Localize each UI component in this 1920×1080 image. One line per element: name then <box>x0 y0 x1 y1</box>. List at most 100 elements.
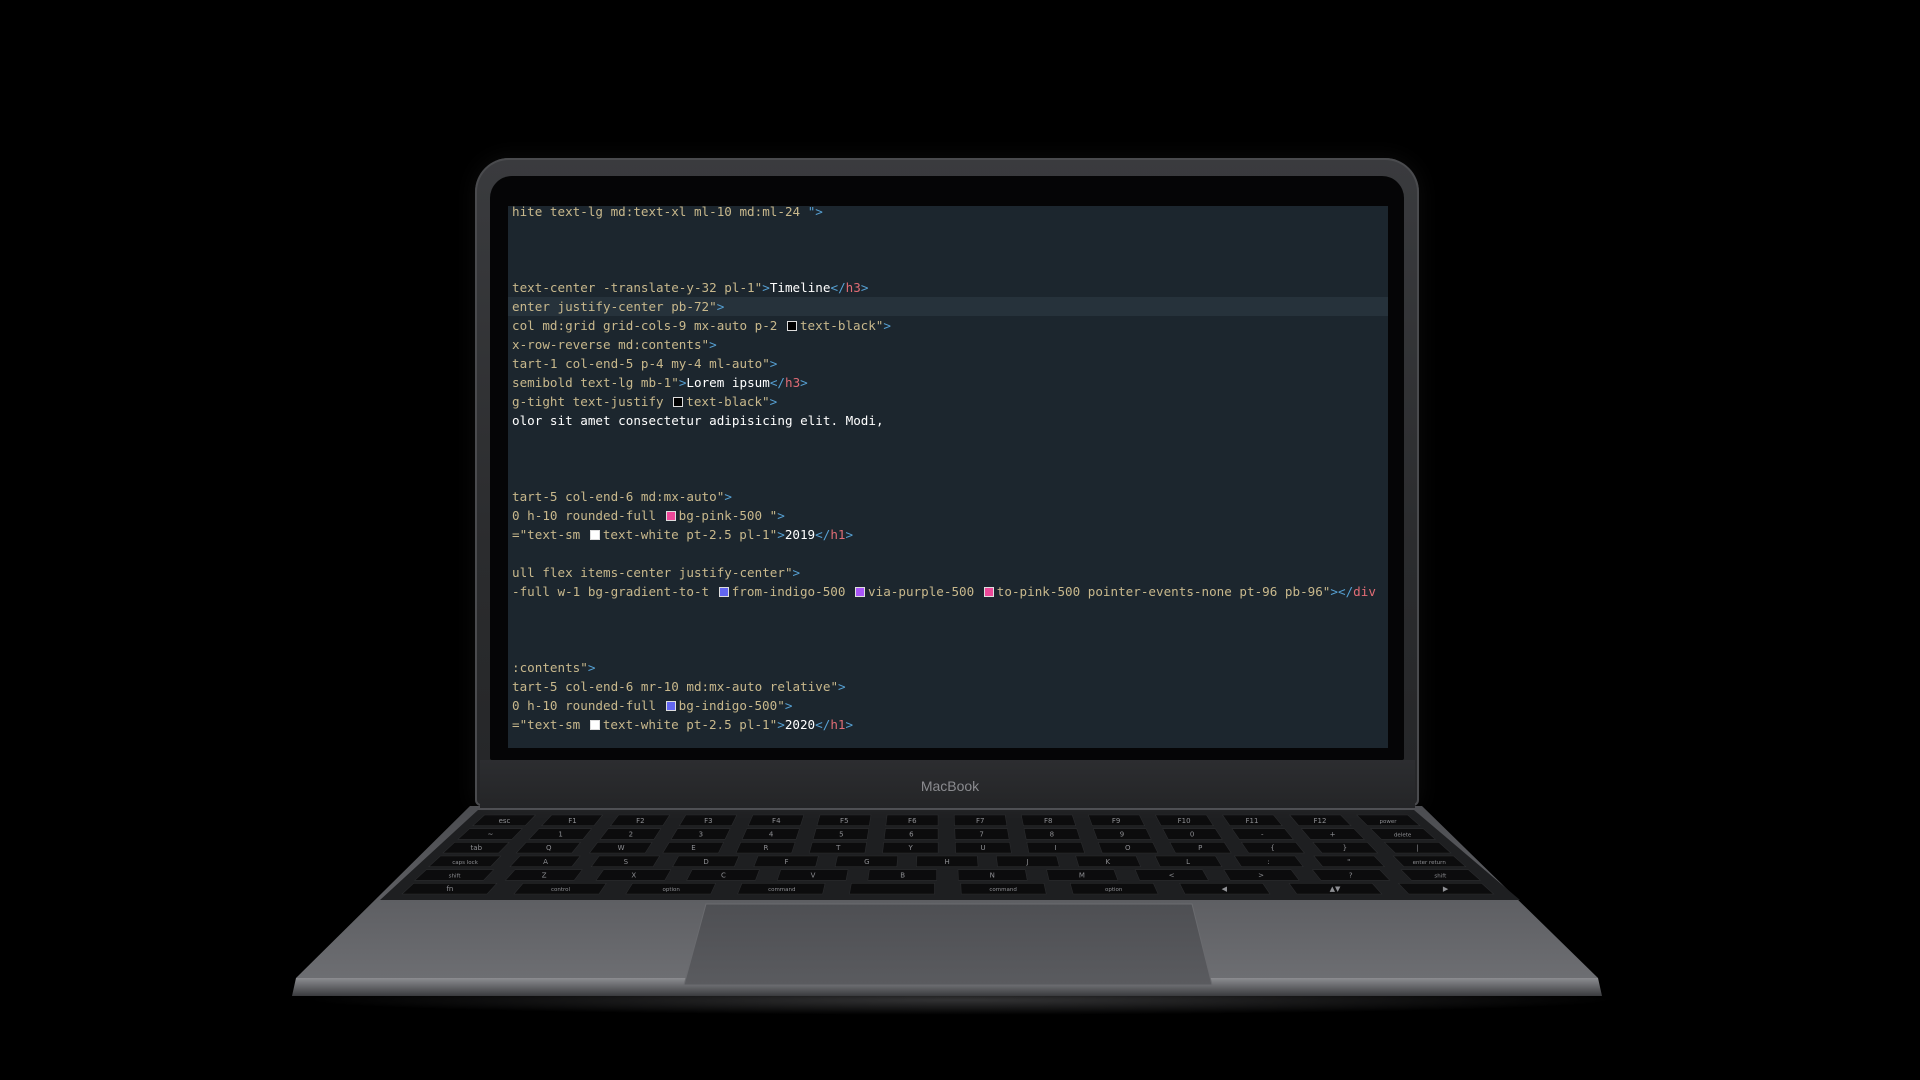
keyboard-key-label: 4 <box>769 831 774 839</box>
code-line[interactable]: tart-5 col-end-6 md:mx-auto"> <box>508 487 1388 506</box>
keyboard-key-label: F1 <box>568 817 576 825</box>
code-line[interactable] <box>508 259 1388 278</box>
code-line[interactable]: g-tight text-justify text-black"> <box>508 392 1388 411</box>
code-token: </ <box>830 280 846 295</box>
code-line[interactable]: x-row-reverse md:contents"> <box>508 335 1388 354</box>
keyboard-key-label: C <box>721 872 726 880</box>
keyboard-key-label: power <box>1380 819 1398 825</box>
keyboard-key-label: esc <box>499 817 511 825</box>
code-line[interactable] <box>508 639 1388 658</box>
keyboard-key-label: M <box>1079 872 1085 880</box>
keyboard-key-label: fn <box>446 885 453 893</box>
keyboard-key-label: I <box>1054 844 1056 852</box>
keyboard-key-label: D <box>703 858 708 866</box>
keyboard-key-label: F7 <box>976 817 984 825</box>
keyboard-key-label: 6 <box>909 831 914 839</box>
code-token: > <box>587 660 596 675</box>
code-line[interactable] <box>508 601 1388 620</box>
code-line[interactable]: enter justify-center pb-72"> <box>508 297 1388 316</box>
code-token: > <box>838 679 846 694</box>
code-line[interactable]: hite text-lg md:text-xl ml-10 md:ml-24 "… <box>508 206 1388 221</box>
code-token: > <box>709 337 717 352</box>
code-token: ull flex items-center justify-center" <box>512 565 793 580</box>
code-line[interactable] <box>508 449 1388 468</box>
code-line[interactable] <box>508 221 1388 240</box>
keyboard-key[interactable] <box>849 883 935 895</box>
code-line[interactable]: tart-1 col-end-5 p-4 my-4 ml-auto"> <box>508 354 1388 373</box>
keyboard-key-label: F10 <box>1178 817 1191 825</box>
code-token: h1 <box>830 527 846 542</box>
code-line[interactable]: col md:grid grid-cols-9 mx-auto p-2 text… <box>508 316 1388 335</box>
keyboard-key-label: O <box>1125 844 1131 852</box>
color-swatch <box>718 587 729 597</box>
code-line[interactable]: -full w-1 bg-gradient-to-t from-indigo-5… <box>508 582 1388 601</box>
code-line[interactable] <box>508 468 1388 487</box>
code-line[interactable]: tart-5 col-end-6 mr-10 md:mx-auto relati… <box>508 677 1388 696</box>
keyboard-key-label: tab <box>471 844 483 852</box>
code-line[interactable]: :contents"> <box>508 658 1388 677</box>
keyboard-key-label: " <box>1347 858 1350 866</box>
code-line[interactable] <box>508 620 1388 639</box>
code-token: col md:grid grid-cols-9 mx-auto p-2 <box>512 318 785 333</box>
code-token: ="text-sm <box>512 717 588 732</box>
code-token: "> <box>807 206 823 219</box>
code-token: 2020 <box>784 717 816 732</box>
code-token: </ <box>815 527 831 542</box>
keyboard-key-label: F8 <box>1044 817 1052 825</box>
code-token: Timeline <box>769 280 831 295</box>
code-line[interactable] <box>508 544 1388 563</box>
keyboard-key-label: G <box>864 858 869 866</box>
keyboard-key-label: 7 <box>979 831 983 839</box>
code-line[interactable]: ull flex items-center justify-center"> <box>508 563 1388 582</box>
code-line[interactable]: olor sit amet consectetur adipisicing el… <box>508 411 1388 430</box>
keyboard-key-label: { <box>1270 844 1274 852</box>
code-token: via-purple-500 <box>868 584 982 599</box>
code-token: div <box>1353 584 1376 599</box>
code-line[interactable] <box>508 430 1388 449</box>
code-line[interactable]: semibold text-lg mb-1">Lorem ipsum</h3> <box>508 373 1388 392</box>
color-swatch <box>665 701 676 711</box>
code-token: </ <box>815 717 831 732</box>
keyboard-key-label: E <box>691 844 695 852</box>
code-token: > <box>784 698 793 713</box>
code-token: semibold text-lg mb-1" <box>512 375 679 390</box>
code-line[interactable]: text-center -translate-y-32 pl-1">Timeli… <box>508 278 1388 297</box>
code-editor[interactable]: hite text-lg md:text-xl ml-10 md:ml-24 "… <box>508 206 1388 748</box>
code-token: > <box>777 508 785 523</box>
code-token: to-pink-500 pointer-events-none pt-96 pb… <box>996 584 1331 599</box>
keyboard-key-label: 5 <box>839 831 843 839</box>
code-token: tart-1 col-end-5 p-4 my-4 ml-auto" <box>512 356 770 371</box>
color-swatch <box>983 587 994 597</box>
code-token: tart-5 col-end-6 mr-10 md:mx-auto relati… <box>512 679 839 694</box>
keyboard-key-label: caps lock <box>452 860 478 866</box>
keyboard-key-label: L <box>1186 858 1190 866</box>
color-swatch <box>665 511 676 521</box>
code-line[interactable]: 0 h-10 rounded-full bg-indigo-500"> <box>508 696 1388 715</box>
keyboard-key-label: F11 <box>1246 817 1259 825</box>
code-line[interactable]: 0 h-10 rounded-full bg-pink-500 "> <box>508 506 1388 525</box>
code-line[interactable]: ="text-sm text-white pt-2.5 pl-1">2020</… <box>508 715 1388 734</box>
code-line[interactable] <box>508 240 1388 259</box>
code-editor-screen[interactable]: hite text-lg md:text-xl ml-10 md:ml-24 "… <box>508 206 1388 748</box>
code-token: > <box>792 565 801 580</box>
code-token: </ <box>769 375 785 390</box>
code-token: ></ <box>1330 584 1354 599</box>
keyboard-key-label: P <box>1198 844 1202 852</box>
keyboard-key-label: Y <box>907 844 913 852</box>
color-swatch <box>589 720 600 730</box>
keyboard-key-label: enter return <box>1413 860 1447 866</box>
keyboard-key-label: ? <box>1349 872 1353 880</box>
code-line[interactable]: ="text-sm text-white pt-2.5 pl-1">2019</… <box>508 525 1388 544</box>
code-token: > <box>777 527 785 542</box>
keyboard-key-label: W <box>618 844 625 852</box>
keyboard-key-label: 8 <box>1050 831 1054 839</box>
keyboard-key-label: K <box>1106 858 1111 866</box>
keyboard-key-label: Q <box>546 844 552 852</box>
keyboard-key-label: F4 <box>772 817 781 825</box>
code-token: g-tight text-justify <box>512 394 672 409</box>
keyboard-key-label: F12 <box>1314 817 1327 825</box>
code-token: > <box>769 356 778 371</box>
keyboard-key-label: ▶ <box>1443 885 1449 893</box>
code-token: 0 h-10 rounded-full <box>512 698 664 713</box>
code-token: :contents" <box>512 660 588 675</box>
